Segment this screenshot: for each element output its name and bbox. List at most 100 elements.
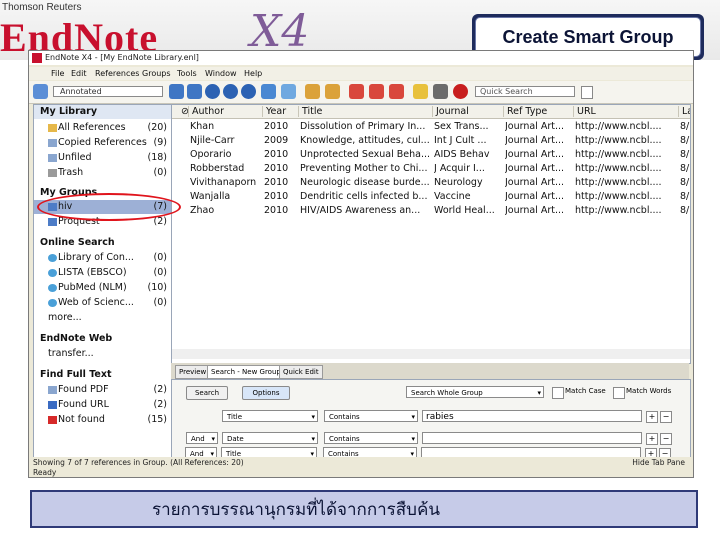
word-icon[interactable] — [389, 84, 404, 99]
column-url[interactable]: URL — [573, 106, 596, 117]
library-icon[interactable] — [33, 84, 48, 99]
cell-reftype: Journal Art... — [505, 163, 565, 174]
group-item[interactable]: Unfiled (18) — [34, 151, 171, 165]
download-icon[interactable] — [223, 84, 238, 99]
column-journal[interactable]: Journal — [432, 106, 469, 117]
more-link[interactable]: more... — [34, 311, 171, 325]
cell-la: 8/ — [680, 121, 690, 132]
search-dropdown-icon[interactable] — [581, 86, 593, 99]
cell-journal: Vaccine — [434, 191, 471, 202]
search-term-input[interactable] — [422, 432, 642, 444]
add-row-button[interactable]: + — [646, 433, 658, 445]
help-icon[interactable] — [453, 84, 468, 99]
cell-url: http://www.ncbl.... — [575, 191, 662, 202]
menu-window[interactable]: Window — [205, 69, 237, 78]
online-item[interactable]: LISTA (EBSCO) (0) — [34, 266, 171, 280]
online-search-label: Online Search — [40, 237, 115, 248]
online-search-icon[interactable] — [169, 84, 184, 99]
web-icon[interactable] — [413, 84, 428, 99]
import-icon[interactable] — [205, 84, 220, 99]
group-count: (20) — [147, 122, 167, 133]
cell-year: 2009 — [264, 135, 289, 146]
column-reftype[interactable]: Ref Type — [503, 106, 547, 117]
sync-icon[interactable] — [433, 84, 448, 99]
cell-year: 2010 — [264, 163, 289, 174]
boolean-select[interactable]: And — [186, 432, 218, 445]
fft-item[interactable]: Not found (15) — [34, 413, 171, 427]
tab-search[interactable]: Search - New Group — [207, 365, 285, 379]
reference-list: ⊘ Author Year Title Journal Ref Type URL… — [171, 104, 691, 364]
online-item[interactable]: Web of Scienc... (0) — [34, 296, 171, 310]
fft-item[interactable]: Found PDF (2) — [34, 383, 171, 397]
transfer-label: transfer... — [48, 348, 94, 359]
operator-select[interactable]: Contains — [324, 410, 418, 423]
quick-search-input[interactable]: Quick Search — [475, 86, 575, 97]
transfer-link[interactable]: transfer... — [34, 347, 171, 361]
format-bibliography-icon[interactable] — [369, 84, 384, 99]
url-icon — [48, 401, 57, 409]
search-term-input[interactable]: rabies — [422, 410, 642, 422]
find-full-text-icon[interactable] — [261, 84, 276, 99]
field-select[interactable]: Date — [222, 432, 318, 445]
cell-reftype: Journal Art... — [505, 205, 565, 216]
tab-preview[interactable]: Preview — [175, 365, 211, 379]
globe-icon — [48, 269, 57, 277]
endnote-window: EndNote X4 - [My EndNote Library.enl] Fi… — [28, 50, 694, 478]
open-link-icon[interactable] — [281, 84, 296, 99]
column-last[interactable]: La — [678, 106, 690, 117]
table-row[interactable]: Wanjalla 2010 Dendritic cells infected b..… — [172, 190, 690, 204]
table-row[interactable]: Vivithanaporn 2010 Neurologic disease burd… — [172, 176, 690, 190]
table-row[interactable]: Oporario 2010 Unprotected Sexual Beha... AI… — [172, 148, 690, 162]
column-title[interactable]: Title — [298, 106, 322, 117]
menu-file[interactable]: File — [51, 69, 64, 78]
local-library-icon[interactable] — [187, 84, 202, 99]
cell-year: 2010 — [264, 149, 289, 160]
online-item[interactable]: Library of Con... (0) — [34, 251, 171, 265]
group-item[interactable]: Trash (0) — [34, 166, 171, 180]
group-item[interactable]: All References (20) — [34, 121, 171, 135]
remove-row-button[interactable]: − — [660, 433, 672, 445]
horizontal-scrollbar[interactable] — [172, 349, 690, 359]
group-item-label: Trash — [58, 167, 84, 178]
column-year[interactable]: Year — [262, 106, 286, 117]
menu-edit[interactable]: Edit — [71, 69, 87, 78]
insert-citation-icon[interactable] — [349, 84, 364, 99]
menu-references[interactable]: References — [95, 69, 139, 78]
menu-groups[interactable]: Groups — [142, 69, 171, 78]
style-select[interactable]: Annotated — [53, 86, 163, 97]
options-button[interactable]: Options — [242, 386, 290, 400]
my-library-header[interactable]: My Library — [34, 105, 171, 119]
remove-row-button[interactable]: − — [660, 411, 672, 423]
add-row-button[interactable]: + — [646, 411, 658, 423]
tab-quick-edit[interactable]: Quick Edit — [279, 365, 323, 379]
table-row[interactable]: Robberstad 2010 Preventing Mother to Chi..… — [172, 162, 690, 176]
menu-help[interactable]: Help — [244, 69, 262, 78]
table-row[interactable]: Khan 2010 Dissolution of Primary In... Sex … — [172, 120, 690, 134]
column-author[interactable]: Author — [188, 106, 224, 117]
cell-journal: Int J Cult ... — [434, 135, 487, 146]
match-words-checkbox[interactable] — [613, 387, 625, 399]
document-icon — [48, 154, 57, 162]
online-item[interactable]: PubMed (NLM) (10) — [34, 281, 171, 295]
fft-item[interactable]: Found URL (2) — [34, 398, 171, 412]
endnote-web-header[interactable]: EndNote Web — [34, 332, 171, 346]
search-scope-select[interactable]: Search Whole Group — [406, 386, 544, 399]
online-search-header[interactable]: Online Search — [34, 236, 171, 250]
export-icon[interactable] — [241, 84, 256, 99]
hide-tab-pane-button[interactable]: Hide Tab Pane — [632, 458, 685, 467]
table-row[interactable]: Njile-Carr 2009 Knowledge, attitudes, cul.… — [172, 134, 690, 148]
field-select[interactable]: Title — [222, 410, 318, 423]
online-count: (0) — [153, 297, 167, 308]
open-file-icon[interactable] — [305, 84, 320, 99]
online-item-label: Library of Con... — [58, 252, 134, 263]
online-item-label: LISTA (EBSCO) — [58, 267, 127, 278]
match-case-checkbox[interactable] — [552, 387, 564, 399]
highlight-oval — [37, 193, 181, 221]
table-row[interactable]: Zhao 2010 HIV/AIDS Awareness an... World He… — [172, 204, 690, 218]
operator-select[interactable]: Contains — [324, 432, 418, 445]
search-button[interactable]: Search — [186, 386, 228, 400]
find-full-text-header[interactable]: Find Full Text — [34, 368, 171, 382]
group-item[interactable]: Copied References (9) — [34, 136, 171, 150]
menu-tools[interactable]: Tools — [177, 69, 197, 78]
folder-icon[interactable] — [325, 84, 340, 99]
